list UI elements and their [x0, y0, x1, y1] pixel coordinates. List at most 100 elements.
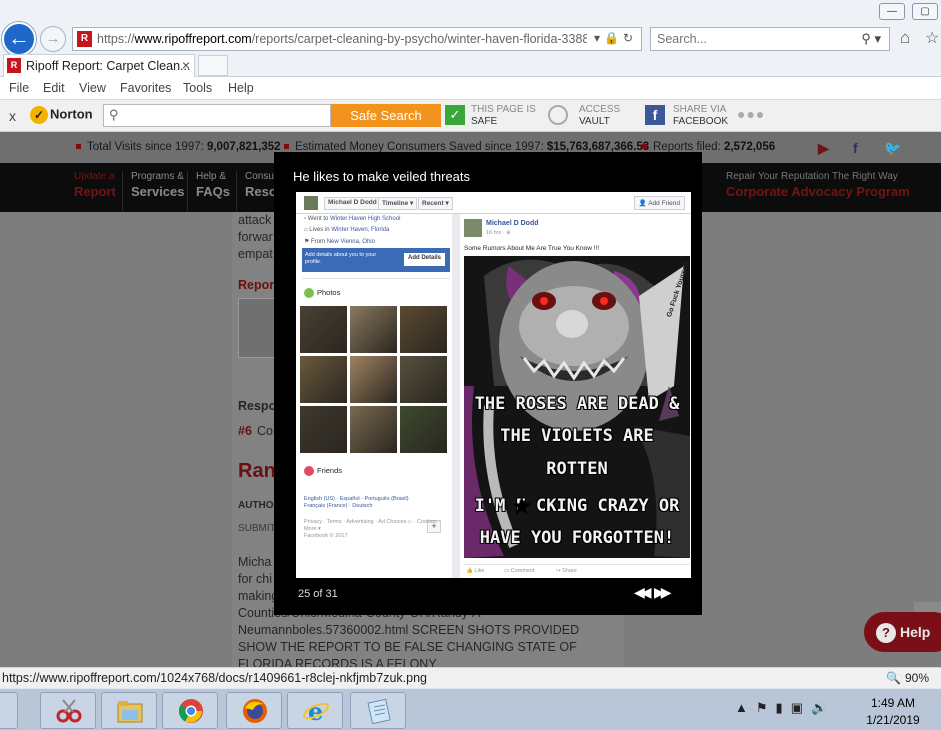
report-label[interactable]: Report [238, 278, 278, 292]
fb-add-friend-button: 👤 Add Friend [633, 196, 685, 210]
fb-photo-thumb [400, 406, 447, 453]
taskbar-internet-explorer[interactable]: e [287, 692, 343, 729]
author-label: AUTHO [238, 500, 274, 511]
dropdown-icon[interactable]: ▾ [594, 31, 604, 45]
safe-search-button[interactable]: Safe Search [331, 104, 441, 127]
fb-details-box: Add details about you to your profile. A… [302, 248, 450, 272]
youtube-icon[interactable]: ▶ [818, 140, 829, 157]
new-tab-button[interactable] [198, 55, 228, 76]
fb-languages: English (US) · Español · Português (Bras… [304, 496, 409, 509]
fb-comment-action: ▭ Comment [504, 568, 535, 574]
chrome-icon [178, 699, 203, 723]
search-icon: ⚲ [109, 107, 119, 122]
url-actions[interactable]: ▾🔒↻ [594, 31, 637, 45]
search-icon[interactable]: ⚲ ▾ [861, 31, 881, 47]
taskbar-chrome[interactable] [162, 692, 218, 729]
fb-post-time: 16 hrs · ⊕ [486, 230, 511, 236]
favorites-star-icon[interactable]: ☆ [925, 28, 939, 48]
meme-line-3: ROTTEN [546, 459, 608, 479]
volume-icon: 🔊 [810, 700, 836, 715]
help-button[interactable]: ? Help [864, 612, 941, 652]
forward-button[interactable]: → [40, 26, 66, 52]
menu-view[interactable]: View [79, 81, 106, 95]
battery-icon: ▣ [790, 700, 811, 715]
more-icon[interactable]: ●●● [737, 106, 765, 122]
lock-icon[interactable]: 🔒 [604, 31, 623, 45]
response-label: Co [257, 424, 273, 438]
page-safety-status[interactable]: THIS PAGE IS SAFE [471, 104, 536, 128]
nav-help-faqs[interactable]: Help & FAQs [187, 171, 230, 211]
notepad-icon [367, 698, 391, 724]
menu-file[interactable]: File [9, 81, 29, 95]
address-bar: — ▢ ← → R https://www.ripoffreport.com/r… [0, 0, 941, 56]
fb-share-action: ↪ Share [556, 568, 577, 574]
menu-edit[interactable]: Edit [43, 81, 65, 95]
taskbar-file-explorer[interactable] [101, 692, 157, 729]
url-field[interactable]: R https://www.ripoffreport.com/reports/c… [72, 27, 642, 51]
tab-ripoff-report[interactable]: R Ripoff Report: Carpet Clean... × [3, 54, 195, 77]
norton-toolbar: x ✓ Norton ⚲ Safe Search ✓ THIS PAGE IS SA… [0, 99, 941, 132]
norton-close-icon[interactable]: x [9, 108, 16, 124]
facebook-icon[interactable]: f [853, 140, 858, 156]
fb-friends-heading: Friends [304, 466, 342, 477]
taskbar-firefox[interactable] [226, 692, 282, 729]
share-via-facebook[interactable]: SHARE VIA FACEBOOK [673, 104, 728, 128]
lightbox-image[interactable]: Michael D Dodd Timeline ▾ Recent ▾ 👤 Add… [296, 192, 691, 578]
fb-photo-thumb [300, 356, 347, 403]
fb-recent-tab: Recent ▾ [418, 197, 453, 210]
fb-footer-links: Privacy · Terms · Advertising · Ad Choic… [304, 519, 441, 539]
report-thumbnail[interactable] [238, 298, 276, 358]
minimize-button[interactable]: — [879, 3, 905, 20]
access-vault[interactable]: ACCESS VAULT [579, 104, 620, 128]
url-text[interactable]: https://www.ripoffreport.com/reports/car… [97, 32, 587, 46]
clock-time[interactable]: 1:49 AM [868, 696, 918, 710]
tab-close-icon[interactable]: × [182, 57, 190, 73]
photos-icon [304, 288, 314, 299]
nav-programs-services[interactable]: Programs & Services [122, 171, 185, 211]
taskbar-left-app[interactable] [0, 692, 18, 729]
zoom-control[interactable]: 🔍 90% [886, 671, 929, 685]
menu-tools[interactable]: Tools [183, 81, 212, 95]
meme-line-4: I'M F CKING CRAZY OR [474, 496, 680, 516]
maximize-button[interactable]: ▢ [912, 3, 938, 20]
refresh-icon[interactable]: ↻ [623, 31, 637, 45]
lightbox-next-button[interactable]: ▶▶ [654, 584, 671, 601]
friends-icon [304, 466, 314, 477]
taskbar-notepad[interactable] [350, 692, 406, 729]
browser-search-box[interactable]: ⚲ ▾ [650, 27, 890, 51]
browser-search-input[interactable] [657, 32, 847, 46]
nav-update-report[interactable]: Update a Report [66, 171, 116, 211]
nav-consumer-resources[interactable]: Consur Reso [236, 171, 277, 211]
flag-icon: ⚑ [755, 700, 776, 715]
system-tray[interactable]: ▲⚑▮▣🔊 [735, 700, 835, 716]
lightbox-prev-button[interactable]: ◀◀ [634, 584, 651, 601]
rant-title: Ran [238, 460, 276, 482]
menu-bar: File Edit View Favorites Tools Help [0, 77, 941, 99]
snipping-tool-icon [56, 699, 82, 723]
page-safe-icon[interactable]: ✓ [445, 105, 465, 125]
text-attack: attack [238, 213, 272, 227]
taskbar-snipping-tool[interactable] [40, 692, 96, 729]
stat-total-visits: Total Visits since 1997: 9,007,821,352 [76, 141, 281, 153]
twitter-icon[interactable]: 🐦 [884, 140, 901, 157]
response-number: #6 [238, 424, 252, 438]
firefox-icon [243, 699, 267, 723]
fb-intro-from: ⚑ From New Vienna, Ohio [304, 239, 375, 245]
text-empath: empat [238, 247, 273, 261]
vault-icon[interactable] [548, 105, 568, 125]
menu-favorites[interactable]: Favorites [120, 81, 171, 95]
fb-photo-grid [300, 306, 448, 454]
nav-corporate-advocacy[interactable]: Repair Your Reputation The Right Way Corp… [718, 171, 910, 211]
back-button[interactable]: ← [2, 22, 36, 56]
menu-help[interactable]: Help [228, 81, 254, 95]
fb-post-text: Some Rumors About Me Are True You Know !… [464, 245, 600, 252]
norton-search-input[interactable]: ⚲ [103, 104, 331, 127]
internet-explorer-icon: e [303, 698, 329, 724]
clock-date[interactable]: 1/21/2019 [862, 713, 924, 727]
fb-post-actions: 👍 Like ▭ Comment ↪ Share [464, 564, 690, 576]
home-icon[interactable]: ⌂ [900, 28, 910, 48]
fb-photo-thumb [400, 356, 447, 403]
fb-photos-heading: Photos [304, 288, 340, 299]
facebook-icon[interactable]: f [645, 105, 665, 125]
fb-header: Michael D Dodd Timeline ▾ Recent ▾ 👤 Add… [296, 192, 691, 214]
